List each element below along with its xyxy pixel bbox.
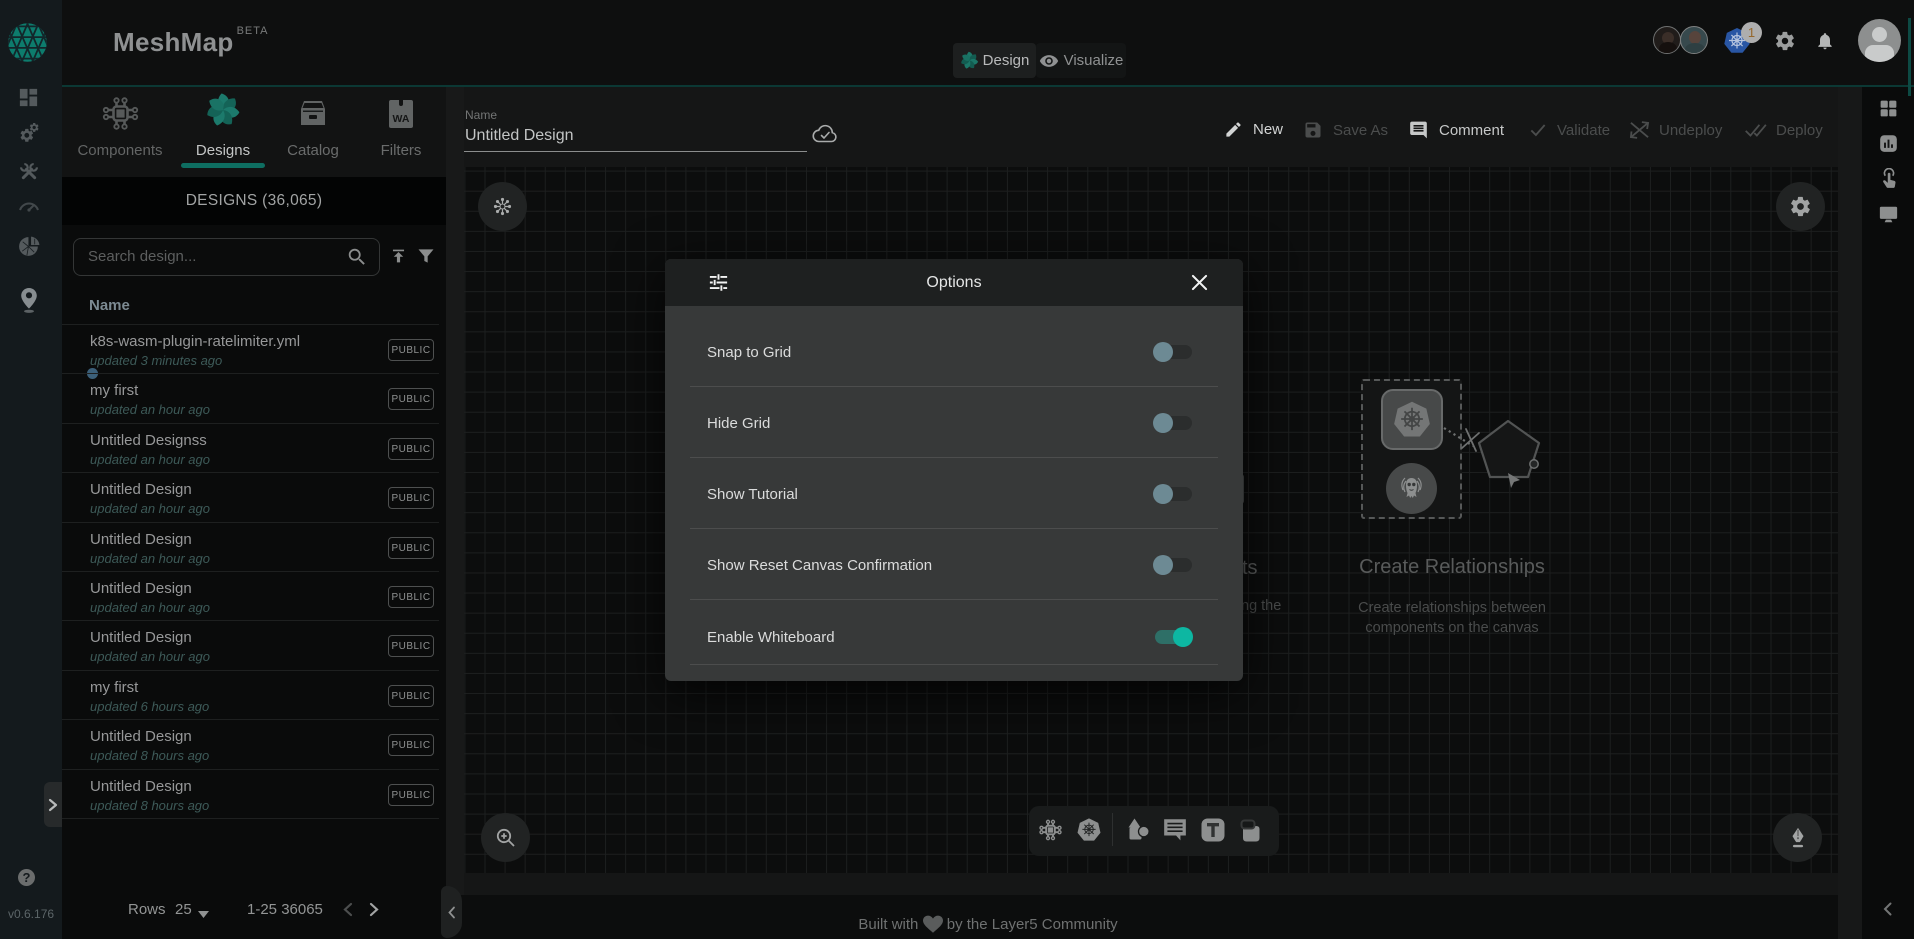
svg-text:WA: WA <box>393 113 410 125</box>
